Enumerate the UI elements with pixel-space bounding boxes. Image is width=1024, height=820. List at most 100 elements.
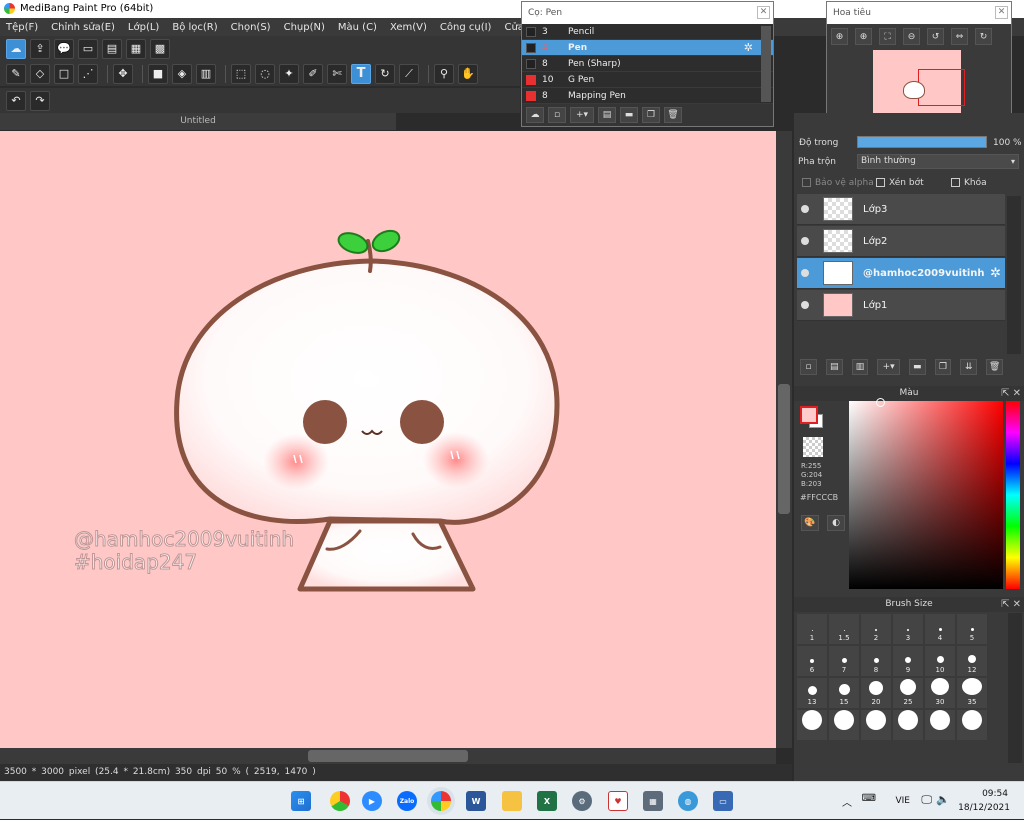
network-icon[interactable]: 🖵 xyxy=(921,793,932,807)
remote-desktop-icon[interactable]: ▭ xyxy=(713,791,733,811)
canvas-horizontal-scroll-thumb[interactable] xyxy=(308,750,468,762)
brush-item-pencil[interactable]: 3 Pencil xyxy=(522,24,773,40)
palette-icon[interactable]: 🎨 xyxy=(801,515,819,531)
grid-layout-icon[interactable]: ▩ xyxy=(150,38,170,59)
rotate-reset-icon[interactable]: ↻ xyxy=(975,28,992,45)
cloud-icon[interactable]: ☁ xyxy=(6,38,26,59)
brush-size-cell[interactable] xyxy=(796,709,828,741)
file-explorer-icon[interactable] xyxy=(502,791,522,811)
fit-window-icon[interactable]: ⛶ xyxy=(879,28,896,45)
palette-settings-icon[interactable]: ◐ xyxy=(827,515,845,531)
layer-row[interactable]: Lớp3 xyxy=(797,194,1005,225)
visibility-eye-icon[interactable] xyxy=(801,269,809,277)
brush-size-cell[interactable]: 2 xyxy=(860,613,892,645)
brush-size-cell[interactable]: 20 xyxy=(860,677,892,709)
menu-file[interactable]: Tệp(F) xyxy=(6,22,38,33)
new-1bit-layer-icon[interactable]: ▥ xyxy=(851,359,869,375)
eraser-tool-icon[interactable]: ◇ xyxy=(30,63,50,84)
lasso-tool-icon[interactable]: ◌ xyxy=(255,63,275,84)
new-layer-icon[interactable]: ▫ xyxy=(800,359,817,375)
brush-size-cell[interactable]: 25 xyxy=(892,677,924,709)
fill-shape-icon[interactable]: ■ xyxy=(148,63,168,84)
clock-date[interactable]: 18/12/2021 xyxy=(958,803,1010,813)
brush-list-scrollbar[interactable] xyxy=(761,26,771,102)
zalo-icon[interactable]: Zalo xyxy=(397,791,417,811)
brush-size-cell[interactable] xyxy=(828,709,860,741)
gear-icon[interactable]: ✲ xyxy=(990,266,1001,281)
operation-tool-icon[interactable]: ↻ xyxy=(375,63,395,84)
brush-size-cell[interactable]: 13 xyxy=(796,677,828,709)
flip-icon[interactable]: ⇔ xyxy=(951,28,968,45)
brush-size-cell[interactable]: 3 xyxy=(892,613,924,645)
brush-size-cell[interactable] xyxy=(924,709,956,741)
brush-item-mapping-pen[interactable]: 8 Mapping Pen xyxy=(522,88,773,104)
navigator-viewport-rect[interactable] xyxy=(918,69,965,106)
brush-size-cell[interactable]: 6 xyxy=(796,645,828,677)
layer-list-scrollbar[interactable] xyxy=(1007,196,1021,354)
windows-start-icon[interactable]: ⊞ xyxy=(291,791,311,811)
brush-size-cell[interactable] xyxy=(956,709,988,741)
opacity-slider[interactable] xyxy=(857,136,987,148)
brush-tool-icon[interactable]: ✎ xyxy=(6,63,26,84)
visibility-eye-icon[interactable] xyxy=(801,205,809,213)
hand-tool-icon[interactable]: ✋ xyxy=(458,63,478,84)
dot-tool-icon[interactable]: ⋰ xyxy=(78,63,98,84)
solitaire-icon[interactable]: ♥ xyxy=(608,791,628,811)
word-icon[interactable]: W xyxy=(466,791,486,811)
panel-controls-icon[interactable]: ⇱ ✕ xyxy=(1001,597,1021,612)
zoom-actual-icon[interactable]: ⊕ xyxy=(831,28,848,45)
new-halftone-layer-icon[interactable]: ▤ xyxy=(825,359,843,375)
magic-wand-icon[interactable]: ✦ xyxy=(279,63,299,84)
duplicate-icon[interactable]: ❐ xyxy=(642,107,660,123)
medibang-taskbar-icon[interactable] xyxy=(431,791,451,811)
brush-size-cell[interactable]: 12 xyxy=(956,645,988,677)
brush-size-cell[interactable]: 30 xyxy=(924,677,956,709)
lock-checkbox[interactable]: Khóa xyxy=(951,178,987,188)
chrome-icon[interactable] xyxy=(330,791,350,811)
zoom-app-icon[interactable]: ▶ xyxy=(362,791,382,811)
foreground-color-swatch[interactable] xyxy=(800,406,818,424)
settings-gear-icon[interactable]: ⚙ xyxy=(572,791,592,811)
speech-bubble-icon[interactable]: ▭ xyxy=(78,38,98,59)
gradient-tool-icon[interactable]: ▥ xyxy=(196,63,216,84)
select-rect-icon[interactable]: ⬚ xyxy=(231,63,251,84)
visibility-eye-icon[interactable] xyxy=(801,237,809,245)
divide-tool-icon[interactable]: ⟋ xyxy=(399,63,419,84)
document-tab[interactable]: Untitled xyxy=(0,113,396,130)
blend-mode-select[interactable]: Bình thường ▾ xyxy=(857,154,1019,169)
layer-row[interactable]: Lớp1 xyxy=(797,290,1005,321)
redo-icon[interactable]: ↷ xyxy=(30,90,50,111)
clock-time[interactable]: 09:54 xyxy=(982,789,1008,799)
brush-settings-icon[interactable]: ▤ xyxy=(598,107,616,123)
color-picker-cursor[interactable] xyxy=(876,398,885,407)
menu-view[interactable]: Xem(V) xyxy=(390,22,427,33)
brush-size-cell[interactable]: 10 xyxy=(924,645,956,677)
rectangle-tool-icon[interactable]: □ xyxy=(54,63,74,84)
layer-row[interactable]: Lớp2 xyxy=(797,226,1005,257)
text-tool-icon[interactable]: T xyxy=(351,63,371,84)
volume-icon[interactable]: 🔈 xyxy=(936,793,950,806)
canvas-vertical-scroll-thumb[interactable] xyxy=(778,384,790,514)
trash-icon[interactable]: 🗑 xyxy=(986,359,1004,375)
calculator-icon[interactable]: ▦ xyxy=(643,791,663,811)
merge-down-icon[interactable]: ⇊ xyxy=(960,359,978,375)
visibility-eye-icon[interactable] xyxy=(801,301,809,309)
upload-icon[interactable]: ⇪ xyxy=(30,38,50,59)
brush-size-cell[interactable]: 15 xyxy=(828,677,860,709)
clipping-checkbox[interactable]: Xén bớt xyxy=(876,178,924,188)
layer-row-selected[interactable]: @hamhoc2009vuitinh ✲ xyxy=(797,258,1005,289)
zoom-in-icon[interactable]: ⊕ xyxy=(855,28,872,45)
select-eraser-icon[interactable]: ✄ xyxy=(327,63,347,84)
add-brush-menu-icon[interactable]: +▾ xyxy=(570,107,594,123)
brush-size-cell[interactable]: 7 xyxy=(828,645,860,677)
language-indicator[interactable]: VIE xyxy=(896,796,911,806)
brush-size-cell[interactable]: 1.5 xyxy=(828,613,860,645)
rotate-left-icon[interactable]: ↺ xyxy=(927,28,944,45)
brush-item-pen-sharp[interactable]: 8 Pen (Sharp) xyxy=(522,56,773,72)
gear-icon[interactable]: ✲ xyxy=(744,41,753,54)
protect-alpha-checkbox[interactable]: Bảo vệ alpha xyxy=(802,178,874,188)
select-pen-icon[interactable]: ✐ xyxy=(303,63,323,84)
chevron-up-icon[interactable]: ︿ xyxy=(842,794,852,809)
undo-icon[interactable]: ↶ xyxy=(6,90,26,111)
excel-icon[interactable]: X xyxy=(537,791,557,811)
